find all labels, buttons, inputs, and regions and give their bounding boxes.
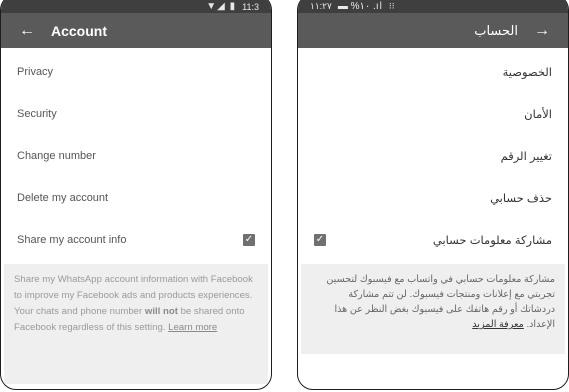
settings-list: Privacy Security Change number Delete my… [1, 51, 271, 261]
setting-item-share-account-info[interactable]: مشاركة معلومات حسابي ✓ [298, 219, 568, 261]
share-info-checkbox[interactable]: ✓ [314, 234, 326, 246]
setting-label: تغيير الرقم [500, 151, 552, 163]
setting-label: مشاركة معلومات حسابي [432, 235, 552, 247]
setting-item-change-number[interactable]: تغيير الرقم [298, 135, 568, 177]
setting-label: Security [17, 108, 57, 120]
setting-item-security[interactable]: Security [1, 93, 271, 135]
setting-label: Change number [17, 150, 96, 162]
status-extra: ⁝⁝ [388, 1, 395, 11]
share-info-description: Share my WhatsApp account information wi… [4, 264, 268, 384]
status-bar: ١١:٢٧ ▬ %١٠ .ıl ⁝⁝ [298, 0, 568, 13]
setting-item-delete-account[interactable]: Delete my account [1, 177, 271, 219]
setting-item-security[interactable]: الأمان [298, 93, 568, 135]
arrow-right-icon[interactable]: → [530, 22, 554, 40]
setting-item-privacy[interactable]: الخصوصية [298, 51, 568, 93]
share-info-description: مشاركة معلومات حسابي في واتساب مع فيسبوك… [301, 264, 565, 354]
learn-more-link[interactable]: معرفة المزيد [472, 319, 524, 330]
setting-item-share-account-info[interactable]: Share my account info ✓ [1, 219, 271, 261]
setting-item-privacy[interactable]: Privacy [1, 51, 271, 93]
setting-label: Share my account info [17, 234, 127, 246]
page-title: الحساب [474, 22, 518, 38]
page-title: Account [51, 22, 107, 39]
arrow-left-icon[interactable]: ← [15, 22, 39, 40]
setting-label: الأمان [524, 109, 552, 121]
share-info-checkbox[interactable]: ✓ [243, 234, 255, 246]
status-time: ١١:٢٧ [310, 1, 332, 11]
phone-english: ▼◢ ▮ 11:3 ← Account Privacy Security Cha… [0, 0, 272, 390]
info-bold: will not [144, 306, 178, 317]
setting-label: Delete my account [17, 192, 109, 204]
setting-label: حذف حسابي [490, 193, 552, 205]
status-bar: ▼◢ ▮ 11:3 [1, 0, 271, 13]
status-icons: ▬ %١٠ .ıl [337, 1, 383, 12]
setting-label: Privacy [17, 66, 54, 78]
settings-list: الخصوصية الأمان تغيير الرقم حذف حسابي مش… [298, 51, 568, 261]
setting-item-change-number[interactable]: Change number [1, 135, 271, 177]
setting-label: الخصوصية [502, 67, 552, 79]
status-icons: ▼◢ ▮ [206, 1, 237, 12]
learn-more-link[interactable]: Learn more [168, 322, 217, 333]
app-bar: → الحساب [298, 13, 568, 48]
app-bar: ← Account [1, 13, 271, 48]
setting-item-delete-account[interactable]: حذف حسابي [298, 177, 568, 219]
status-time: 11:3 [242, 1, 259, 12]
phone-arabic: ١١:٢٧ ▬ %١٠ .ıl ⁝⁝ → الحساب الخصوصية الأ… [297, 0, 569, 390]
